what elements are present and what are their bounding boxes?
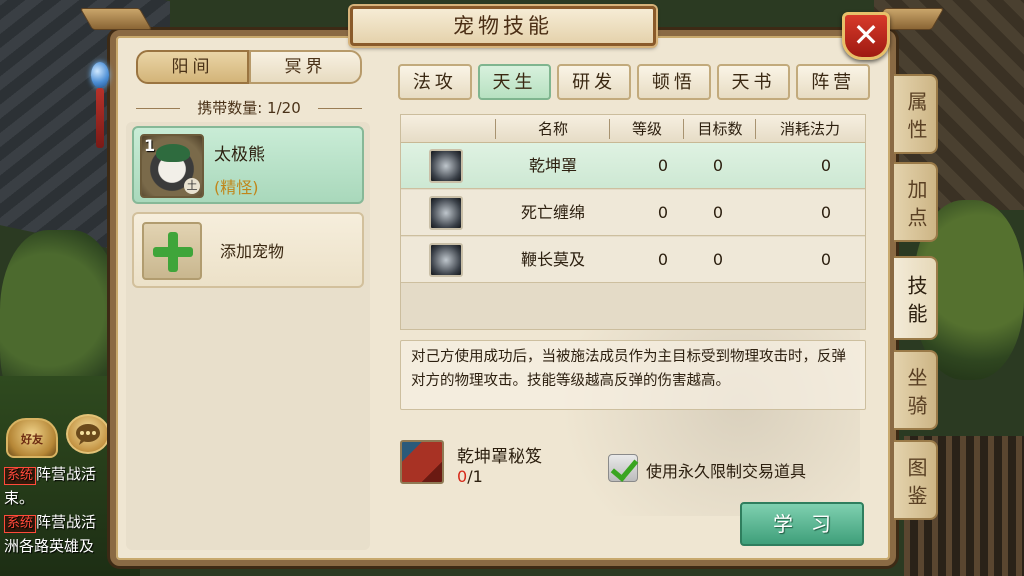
pet-avatar: 1 土 — [140, 134, 204, 198]
plus-icon — [142, 222, 202, 280]
tab-faction[interactable]: 阵营 — [796, 64, 871, 100]
chat-text: 束。 — [4, 489, 35, 507]
skill-mana: 0 — [820, 203, 832, 222]
system-tag: 系统 — [4, 515, 37, 533]
tab-heavenly-book[interactable]: 天书 — [716, 64, 791, 100]
tab-epiphany[interactable]: 顿悟 — [637, 64, 711, 100]
panel-corner-ornament — [79, 8, 153, 30]
pet-type: (精怪) — [214, 178, 259, 197]
skill-name: 鞭长莫及 — [520, 250, 585, 269]
pet-level: 1 — [144, 136, 156, 155]
whip-skill-icon — [429, 243, 463, 277]
chat-line: 洲各路英雄及 — [4, 534, 116, 558]
column-header-level: 等级 — [631, 120, 662, 138]
element-badge: 土 — [184, 178, 200, 194]
add-pet-label: 添加宠物 — [220, 242, 285, 261]
column-separator — [495, 119, 496, 139]
pet-list-item[interactable]: 1 土 太极熊 (精怪) — [132, 126, 364, 204]
friends-button[interactable]: 好友 — [6, 418, 58, 458]
pet-mask-art — [156, 144, 190, 162]
column-separator — [755, 119, 756, 139]
book-owned-count: 0 — [457, 467, 468, 486]
column-header-name: 名称 — [537, 120, 568, 138]
learn-button[interactable]: 学习 — [740, 502, 864, 546]
book-name: 乾坤罩秘笈 — [457, 447, 542, 467]
column-separator — [683, 119, 684, 139]
close-button[interactable]: ✕ — [842, 12, 890, 60]
speech-bubble-icon — [76, 424, 100, 445]
chat-text: 阵营战活 — [36, 465, 97, 483]
tassel-ornament — [96, 88, 104, 148]
skill-name: 乾坤罩 — [528, 156, 577, 175]
jade-bead-ornament — [91, 62, 109, 88]
shield-skill-icon — [429, 149, 463, 183]
book-icon[interactable] — [400, 440, 444, 484]
skill-description: 对己方使用成功后，当被施法成员作为主目标受到物理攻击时，反弹对方的物理攻击。技能… — [400, 340, 866, 410]
tab-magic-attack[interactable]: 法攻 — [398, 64, 472, 100]
skill-targets: 0 — [712, 250, 724, 269]
add-pet-button[interactable]: 添加宠物 — [132, 212, 364, 288]
tab-underworld[interactable]: 冥界 — [249, 50, 362, 84]
skill-name: 死亡缠绵 — [520, 203, 585, 222]
carry-count: 携带数量: 1/20 — [136, 96, 362, 120]
skill-table: 名称 等级 目标数 消耗法力 乾坤罩 0 0 0 死亡缠绵 0 0 0 鞭长莫及… — [400, 114, 866, 330]
table-row[interactable]: 鞭长莫及 0 0 0 — [401, 237, 865, 283]
system-tag: 系统 — [4, 467, 37, 485]
use-permanent-label: 使用永久限制交易道具 — [646, 462, 807, 481]
tab-research[interactable]: 研发 — [557, 64, 632, 100]
tab-skills[interactable]: 技能 — [894, 256, 938, 340]
window-title: 宠物技能 — [350, 6, 656, 46]
table-header: 名称 等级 目标数 消耗法力 — [401, 115, 865, 143]
tab-codex[interactable]: 图鉴 — [894, 440, 938, 520]
chat-text: 阵营战活 — [36, 513, 97, 531]
realm-tabs: 阳间 冥界 — [136, 50, 362, 84]
skill-targets: 0 — [712, 203, 724, 222]
pet-name: 太极熊 — [214, 145, 265, 165]
book-count: 0/1 — [457, 467, 483, 486]
chat-line: 系统 阵营战活 — [4, 510, 116, 534]
table-row[interactable]: 死亡缠绵 0 0 0 — [401, 190, 865, 236]
tab-mounts[interactable]: 坐骑 — [894, 350, 938, 430]
skill-mana: 0 — [820, 156, 832, 175]
column-header-targets: 目标数 — [697, 120, 743, 138]
tab-attributes[interactable]: 属性 — [894, 74, 938, 154]
chat-log[interactable]: 系统 阵营战活 束。 系统 阵营战活 洲各路英雄及 — [4, 462, 116, 558]
chat-line: 系统 阵营战活 — [4, 462, 116, 486]
tab-add-points[interactable]: 加点 — [894, 162, 938, 242]
skill-mana: 0 — [820, 250, 832, 269]
skull-skill-icon — [429, 196, 463, 230]
column-header-mana: 消耗法力 — [779, 120, 840, 138]
tab-yang-realm[interactable]: 阳间 — [136, 50, 249, 84]
column-separator — [609, 119, 610, 139]
chat-text: 洲各路英雄及 — [4, 537, 95, 555]
book-required-count: /1 — [467, 467, 483, 486]
table-row[interactable]: 乾坤罩 0 0 0 — [401, 143, 865, 189]
skill-category-tabs: 法攻 天生 研发 顿悟 天书 阵营 — [398, 64, 871, 100]
skill-targets: 0 — [712, 156, 724, 175]
close-icon: ✕ — [852, 16, 880, 54]
chat-button[interactable] — [66, 414, 110, 454]
chat-line: 束。 — [4, 486, 116, 510]
tab-innate[interactable]: 天生 — [477, 64, 552, 100]
use-permanent-checkbox[interactable] — [608, 454, 638, 482]
